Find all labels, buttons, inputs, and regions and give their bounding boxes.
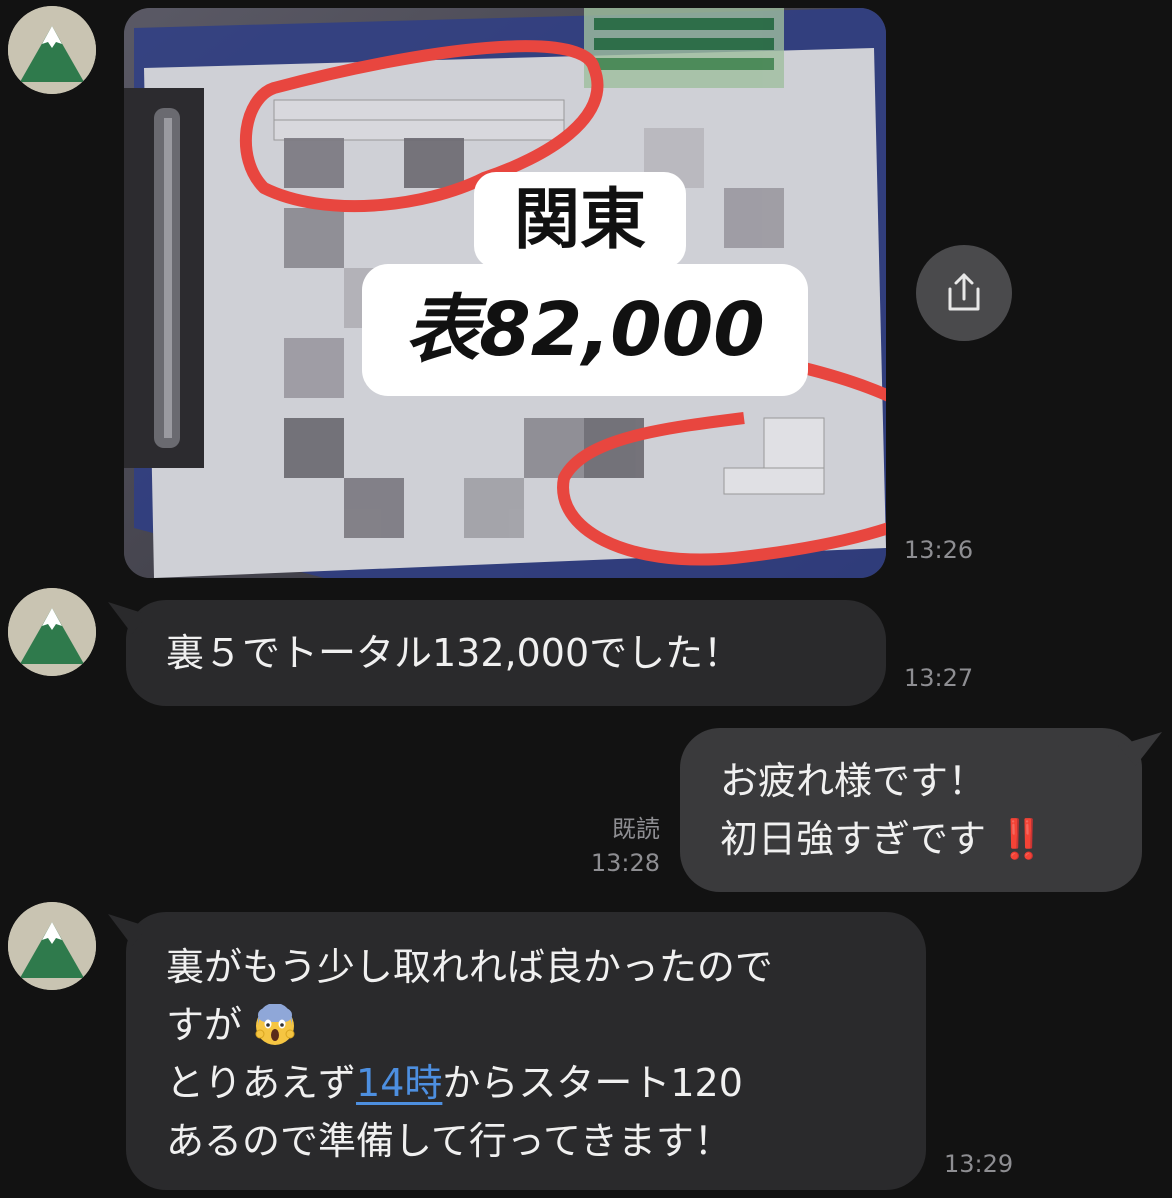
time-link[interactable]: 14時 xyxy=(356,1061,442,1105)
message-bubble-outgoing[interactable]: お疲れ様です！ 初日強すぎです ‼️ xyxy=(680,728,1142,892)
message-text-segment: 初日強すぎです xyxy=(720,817,987,861)
message-text-segment: からスタート120 xyxy=(442,1061,743,1105)
message-bubble-incoming[interactable]: 裏がもう少し取れれば良かったので すが とりあえず14時からスタート120 ある… xyxy=(126,912,926,1190)
photo-overlay-label: 関東 表82,000 xyxy=(362,172,808,396)
message-text-segment: とりあえず xyxy=(166,1061,357,1105)
share-icon xyxy=(948,273,980,311)
share-button[interactable] xyxy=(916,245,1012,341)
message-text-line: すが xyxy=(166,996,886,1054)
face-screaming-in-fear-emoji xyxy=(255,1004,295,1045)
message-time: 13:27 xyxy=(904,664,974,692)
message-time: 13:29 xyxy=(944,1150,1014,1178)
message-text-line: あるので準備して行ってきます！ xyxy=(166,1119,732,1163)
message-bubble-incoming[interactable]: 裏５でトータル132,000でした！ xyxy=(126,600,886,706)
read-label: 既読 xyxy=(612,815,660,843)
avatar[interactable] xyxy=(8,588,96,676)
mountain-avatar-icon xyxy=(8,6,96,94)
mountain-avatar-icon xyxy=(8,902,96,990)
message-time: 13:28 xyxy=(590,849,660,877)
double-exclamation-emoji: ‼️ xyxy=(998,817,1045,861)
message-text: 裏５でトータル132,000でした！ xyxy=(166,631,742,675)
message-text-segment: すが xyxy=(166,1003,243,1047)
message-text-line: お疲れ様です！ xyxy=(720,759,987,803)
avatar[interactable] xyxy=(8,6,96,94)
message-text-line: とりあえず14時からスタート120 xyxy=(166,1054,886,1112)
message-text-line: 裏がもう少し取れれば良かったので xyxy=(166,945,773,989)
avatar[interactable] xyxy=(8,902,96,990)
overlay-region-label: 関東 xyxy=(474,172,686,268)
message-text-line: 初日強すぎです ‼️ xyxy=(720,810,1102,868)
overlay-amount-label: 表82,000 xyxy=(362,264,808,396)
mountain-avatar-icon xyxy=(8,588,96,676)
message-time: 13:26 xyxy=(904,536,974,564)
read-status: 既読 13:28 xyxy=(560,812,660,880)
